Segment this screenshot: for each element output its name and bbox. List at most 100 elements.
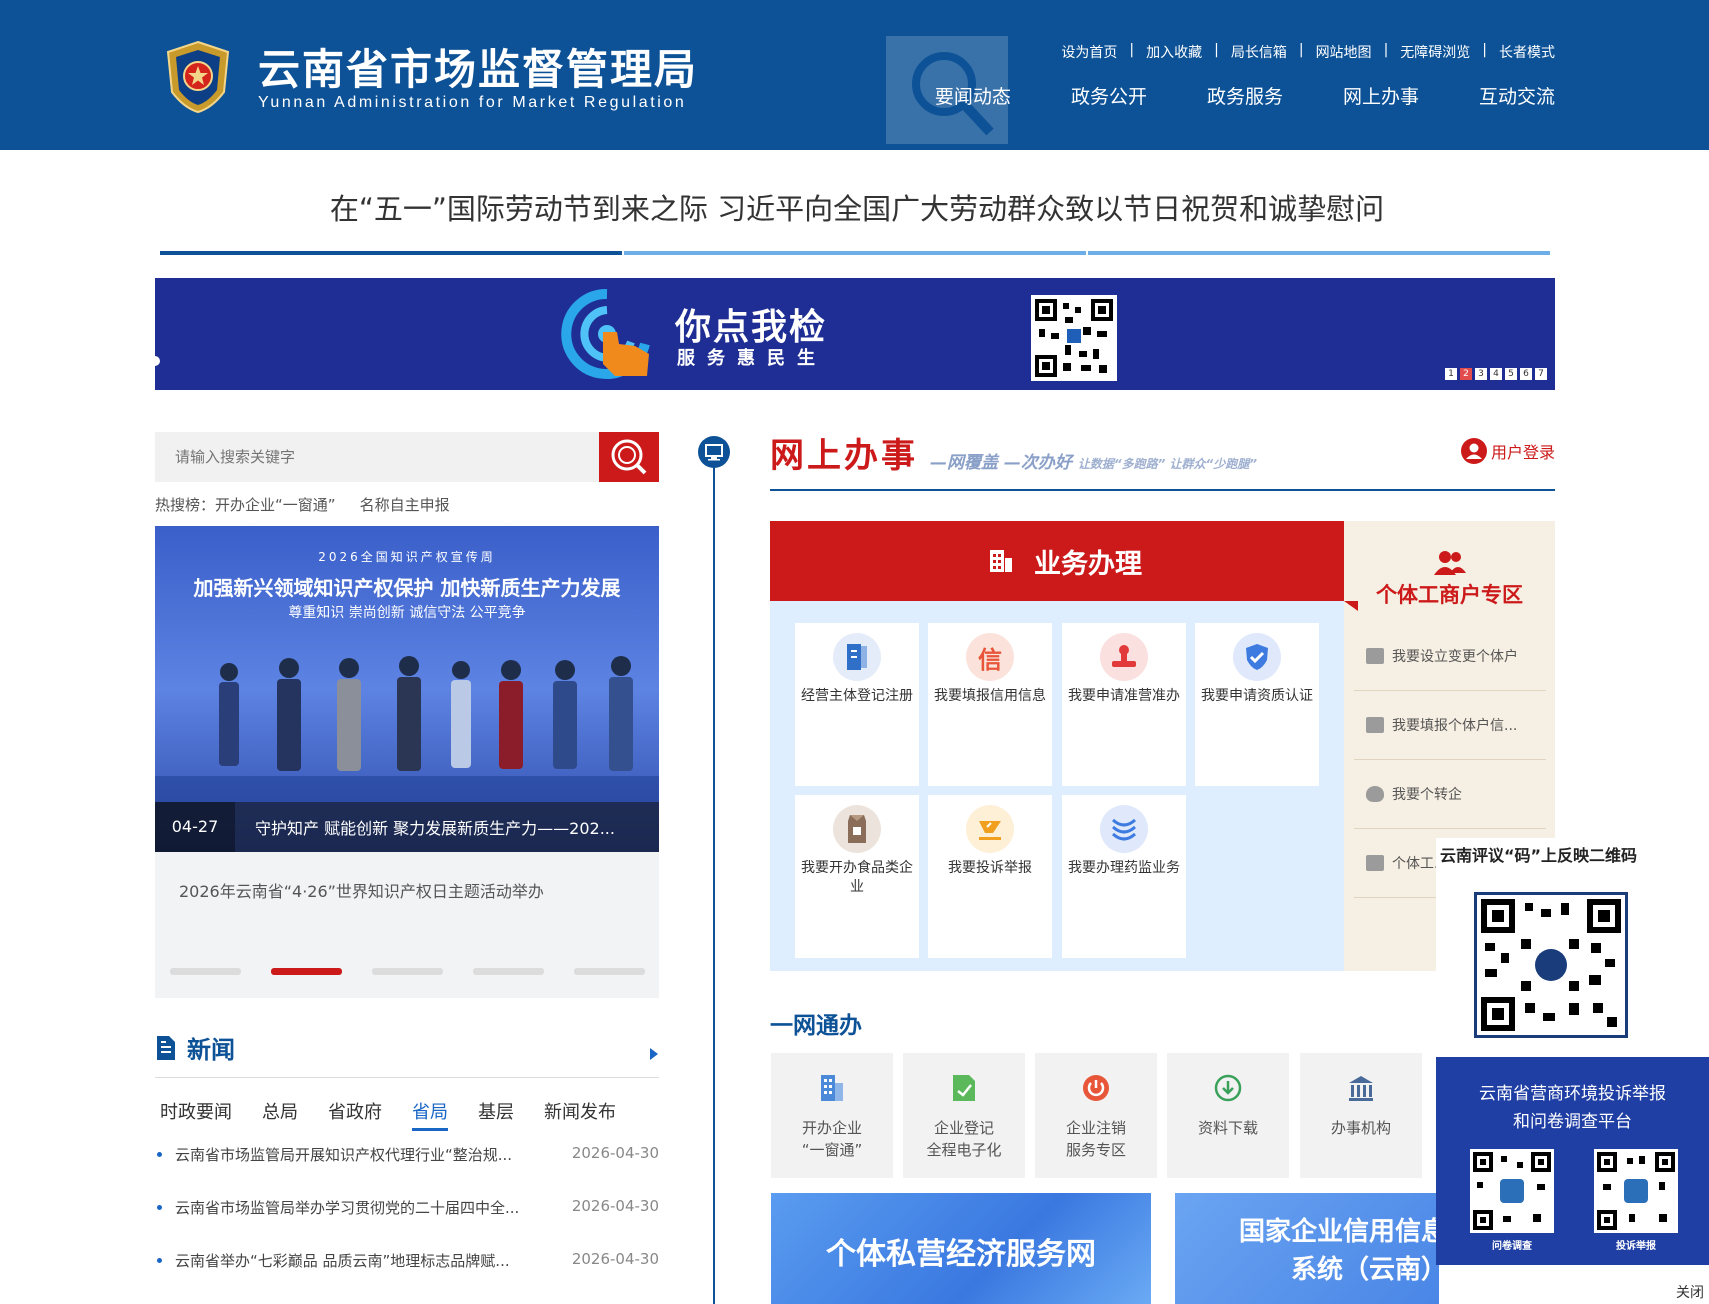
platform-title-line2: 和问卷调查平台 bbox=[1513, 1112, 1632, 1132]
top-link-sitemap[interactable]: 网站地图 bbox=[1316, 42, 1372, 62]
carousel-indicator[interactable] bbox=[372, 968, 443, 975]
nav-online-services[interactable]: 网上办事 bbox=[1343, 82, 1419, 109]
news-item-title: 云南省举办“七彩巅品 品质云南”地理标志品牌赋... bbox=[155, 1250, 510, 1303]
one-net-tile-label-line1: 企业注销 bbox=[1065, 1119, 1126, 1137]
hot-search-item[interactable]: 开办企业“一窗通” bbox=[215, 494, 336, 515]
tab-provincial-bureau[interactable]: 省局 bbox=[412, 1098, 448, 1131]
news-item[interactable]: 云南省市场监管局举办学习贯彻党的二十届四中全... 2026-04-30 bbox=[155, 1197, 659, 1250]
business-tile-certification[interactable]: 我要申请资质认证 bbox=[1195, 623, 1319, 786]
top-link-elder-mode[interactable]: 长者模式 bbox=[1499, 42, 1555, 62]
user-login-text: 用户登录 bbox=[1490, 443, 1555, 462]
banner-title: 你点我检 bbox=[675, 307, 828, 348]
carousel-description[interactable]: 2026年云南省“4·26”世界知识产权日主题活动举办 bbox=[179, 878, 544, 902]
close-floating-button[interactable]: 关闭 bbox=[1676, 1282, 1704, 1302]
business-tile-credit[interactable]: 信 我要填报信用信息 bbox=[928, 623, 1052, 786]
business-panel: 业务办理 经营主体登记注册 信 我要填报信用信息 我要申请准营准办 我要申请资质… bbox=[770, 521, 1360, 971]
carousel-indicator[interactable] bbox=[574, 968, 645, 975]
news-divider bbox=[155, 1077, 659, 1078]
site-header: 云南省市场监督管理局 Yunnan Administration for Mar… bbox=[0, 0, 1709, 150]
news-carousel: 2026全国知识产权宣传周 加强新兴领域知识产权保护 加快新质生产力发展 尊重知… bbox=[155, 526, 659, 998]
banner-dot[interactable]: 1 bbox=[1445, 368, 1457, 380]
banner-dot[interactable]: 3 bbox=[1475, 368, 1487, 380]
carousel-image-top-text: 2026全国知识产权宣传周 bbox=[318, 550, 496, 564]
news-section-title: 新闻 bbox=[155, 1030, 235, 1065]
banner-subtitle: 服务惠民生 bbox=[677, 348, 827, 369]
banner-dot[interactable]: 4 bbox=[1490, 368, 1502, 380]
business-tile-food[interactable]: 我要开办食品类企业 bbox=[795, 795, 919, 958]
credit-info-system-link[interactable]: 国家企业信用信息 系统（云南） bbox=[1175, 1193, 1439, 1304]
individual-item-convert[interactable]: 我要个转企 bbox=[1354, 760, 1546, 829]
business-tile-permit[interactable]: 我要申请准营准办 bbox=[1062, 623, 1186, 786]
top-link-favorite[interactable]: 加入收藏 bbox=[1146, 42, 1202, 62]
banner-dot[interactable]: 6 bbox=[1520, 368, 1532, 380]
headline-link[interactable]: 在“五一”国际劳动节到来之际 习近平向全国广大劳动群众致以节日祝贺和诚挚慰问 bbox=[160, 186, 1554, 228]
nav-news[interactable]: 要闻动态 bbox=[935, 82, 1011, 109]
headline-bar-3 bbox=[1088, 251, 1550, 255]
qr-code-icon bbox=[1035, 299, 1113, 377]
news-more-arrow-icon[interactable] bbox=[650, 1048, 658, 1060]
news-item[interactable]: 云南省市场监管局开展知识产权代理行业“整治规... 2026-04-30 bbox=[155, 1144, 659, 1197]
business-tile-drug[interactable]: 我要办理药监业务 bbox=[1062, 795, 1186, 958]
tab-politics[interactable]: 时政要闻 bbox=[160, 1098, 232, 1131]
store-icon bbox=[1366, 855, 1384, 871]
nav-interaction[interactable]: 互动交流 bbox=[1479, 82, 1555, 109]
complaint-survey-platform[interactable]: 云南省营商环境投诉举报 和问卷调查平台 问卷调查 投诉举报 bbox=[1436, 1057, 1709, 1265]
business-tile-label: 我要申请准营准办 bbox=[1068, 688, 1180, 704]
one-net-tile-download[interactable]: 资料下载 bbox=[1167, 1053, 1289, 1178]
credit-icon: 信 bbox=[966, 633, 1014, 681]
individual-item-label: 我要设立变更个体户 bbox=[1392, 649, 1518, 665]
one-net-tile-e-registration[interactable]: 企业登记 全程电子化 bbox=[903, 1053, 1025, 1178]
search-button[interactable] bbox=[599, 432, 659, 482]
search-input[interactable] bbox=[155, 432, 599, 482]
nav-gov-services[interactable]: 政务服务 bbox=[1207, 82, 1283, 109]
tab-general-admin[interactable]: 总局 bbox=[262, 1098, 298, 1131]
carousel-indicator[interactable] bbox=[473, 968, 544, 975]
one-net-tile-open-business[interactable]: 开办企业 “一窗通” bbox=[771, 1053, 893, 1178]
carousel-indicator-active[interactable] bbox=[271, 968, 342, 975]
tab-grassroots[interactable]: 基层 bbox=[478, 1098, 514, 1131]
floating-qr-code bbox=[1474, 892, 1628, 1038]
individual-item-report[interactable]: 我要填报个体户信... bbox=[1354, 691, 1546, 760]
individual-item-setup[interactable]: 我要设立变更个体户 bbox=[1354, 622, 1546, 691]
top-link-accessibility[interactable]: 无障碍浏览 bbox=[1400, 42, 1470, 62]
slogan-small: 让数据“多跑路” 让群众“少跑腿” bbox=[1077, 457, 1258, 471]
business-panel-title: 业务办理 bbox=[1034, 548, 1142, 580]
individual-business-title: 个体工商户专区 bbox=[1376, 583, 1523, 607]
tab-press-release[interactable]: 新闻发布 bbox=[544, 1098, 616, 1131]
timeline-line bbox=[713, 452, 715, 1304]
one-net-tile-institution[interactable]: 办事机构 bbox=[1300, 1053, 1422, 1178]
banner-dot[interactable]: 5 bbox=[1505, 368, 1517, 380]
carousel-indicator[interactable] bbox=[170, 968, 241, 975]
user-login-link[interactable]: 用户登录 bbox=[1460, 438, 1555, 464]
business-panel-header: 业务办理 bbox=[770, 521, 1360, 601]
business-tile-complaint[interactable]: 我要投诉举报 bbox=[928, 795, 1052, 958]
nav-gov-affairs[interactable]: 政务公开 bbox=[1071, 82, 1147, 109]
tab-provincial-gov[interactable]: 省政府 bbox=[328, 1098, 382, 1131]
building-icon bbox=[821, 1075, 843, 1101]
shield-check-icon bbox=[1233, 633, 1281, 681]
carousel-caption[interactable]: 04-27 守护知产 赋能创新 聚力发展新质生产力——202... bbox=[155, 802, 659, 852]
private-economy-service-link[interactable]: 个体私营经济服务网 bbox=[771, 1193, 1151, 1304]
top-link-homepage[interactable]: 设为首页 bbox=[1061, 42, 1117, 62]
news-item-title: 云南省市场监管局举办学习贯彻党的二十届四中全... bbox=[155, 1197, 519, 1250]
hot-search: 热搜榜： 开办企业“一窗通” 名称自主申报 bbox=[155, 494, 450, 515]
registration-icon bbox=[833, 633, 881, 681]
food-bag-icon bbox=[833, 805, 881, 853]
one-net-tile-deregistration[interactable]: 企业注销 服务专区 bbox=[1035, 1053, 1157, 1178]
individual-item-label: 我要个转企 bbox=[1392, 787, 1462, 803]
news-item-title: 云南省市场监管局开展知识产权代理行业“整治规... bbox=[155, 1144, 512, 1197]
business-tile-registration[interactable]: 经营主体登记注册 bbox=[795, 623, 919, 786]
building-icon bbox=[990, 550, 1012, 572]
banner-dot[interactable]: 7 bbox=[1535, 368, 1547, 380]
promo-banner[interactable]: 你点我检 服务惠民生 1 2 3 4 5 6 7 bbox=[155, 278, 1555, 390]
separator: | bbox=[1482, 42, 1487, 58]
banner-dot-active[interactable]: 2 bbox=[1460, 368, 1472, 380]
one-net-tile-label-line1: 企业登记 bbox=[933, 1119, 994, 1137]
news-list: 云南省市场监管局开展知识产权代理行业“整治规... 2026-04-30 云南省… bbox=[155, 1144, 659, 1303]
news-item[interactable]: 云南省举办“七彩巅品 品质云南”地理标志品牌赋... 2026-04-30 bbox=[155, 1250, 659, 1303]
separator: | bbox=[1383, 42, 1389, 58]
online-services-slogan: —网覆盖 —次办好 让数据“多跑路” 让群众“少跑腿” bbox=[930, 448, 1257, 473]
top-link-mailbox[interactable]: 局长信箱 bbox=[1231, 42, 1287, 62]
business-tile-label: 经营主体登记注册 bbox=[801, 688, 913, 704]
hot-search-item[interactable]: 名称自主申报 bbox=[360, 494, 450, 515]
